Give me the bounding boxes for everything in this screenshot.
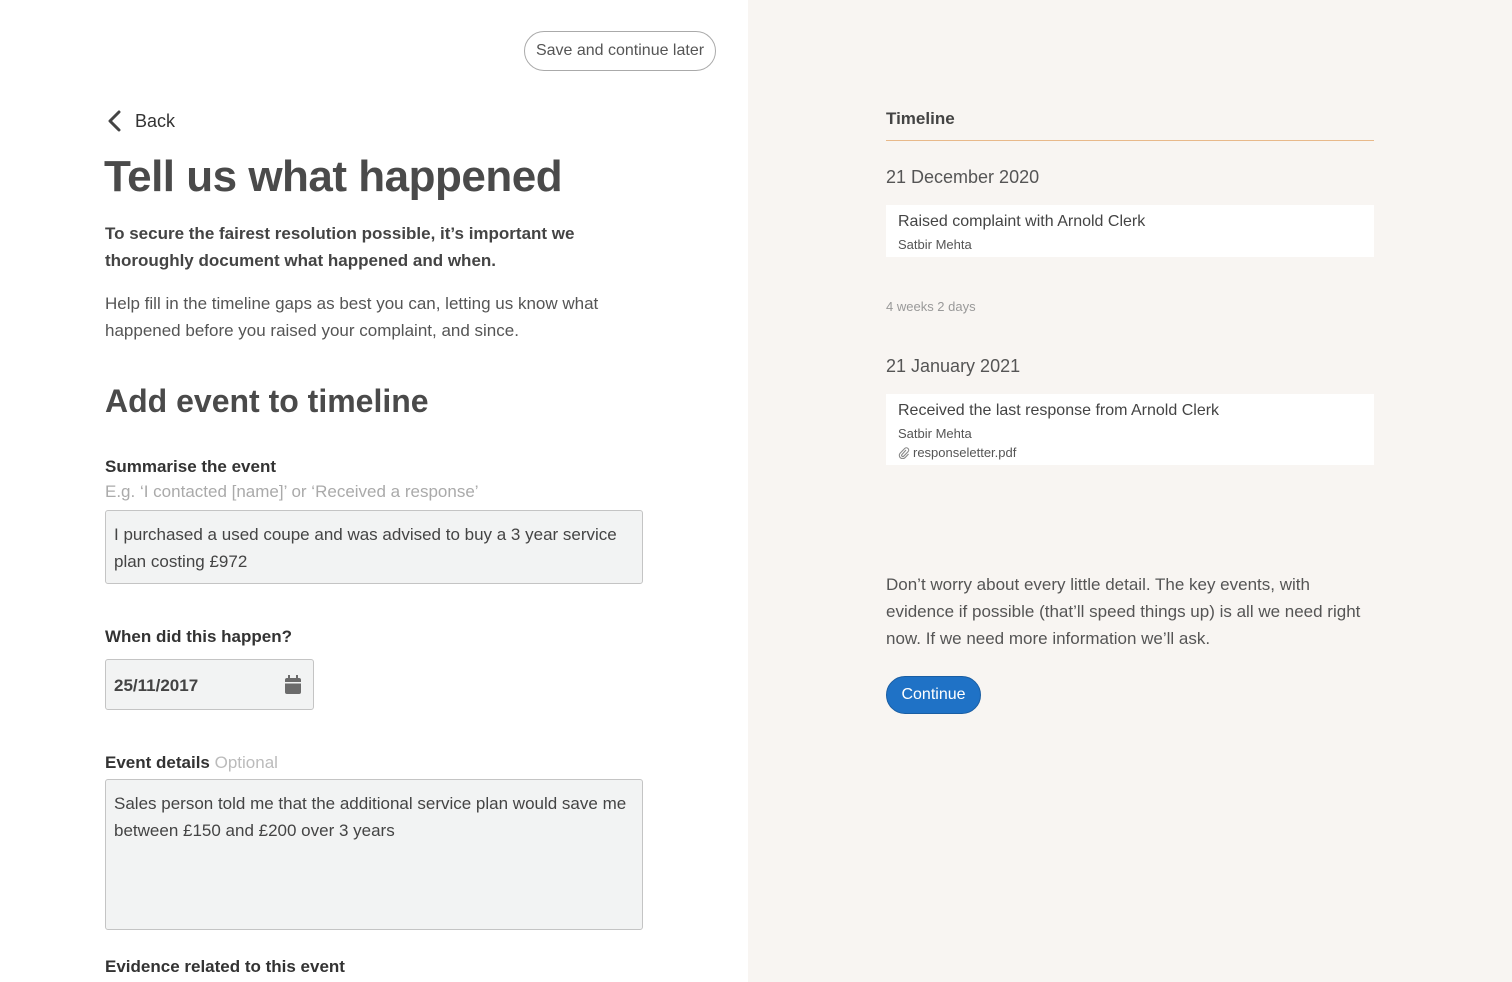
guidance-note: Don’t worry about every little detail. T… — [886, 575, 1361, 648]
timeline-event-card[interactable]: Received the last response from Arnold C… — [886, 394, 1374, 465]
optional-tag: Optional — [214, 753, 278, 772]
timeline-gap-label: 4 weeks 2 days — [886, 299, 976, 314]
summary-hint: E.g. ‘I contacted [name]’ or ‘Received a… — [105, 482, 479, 501]
date-input[interactable]: 25/11/2017 — [105, 659, 314, 710]
save-and-continue-later-button[interactable]: Save and continue later — [524, 31, 716, 71]
timeline-title: Timeline — [886, 109, 955, 128]
page-title: Tell us what happened — [104, 152, 563, 201]
details-label-text: Event details — [105, 753, 210, 772]
date-value: 25/11/2017 — [114, 676, 199, 695]
timeline-divider — [886, 140, 1374, 141]
timeline-date: 21 December 2020 — [886, 167, 1040, 187]
details-label: Event details Optional — [105, 753, 278, 773]
section-title: Add event to timeline — [105, 383, 429, 419]
attachment[interactable]: responseletter.pdf — [898, 445, 1362, 460]
timeline-panel — [748, 0, 1512, 982]
date-label: When did this happen? — [105, 627, 292, 646]
timeline-event-title: Raised complaint with Arnold Clerk — [898, 213, 1146, 230]
paperclip-icon — [898, 446, 910, 459]
intro-bold-text: To secure the fairest resolution possibl… — [105, 224, 575, 270]
timeline-event-title: Received the last response from Arnold C… — [898, 402, 1220, 419]
timeline-event-person: Satbir Mehta — [898, 426, 972, 441]
timeline-event-person: Satbir Mehta — [898, 237, 972, 252]
chevron-left-icon — [108, 110, 121, 132]
back-link[interactable]: Back — [105, 109, 175, 133]
calendar-icon[interactable] — [283, 674, 303, 696]
continue-button[interactable]: Continue — [886, 676, 981, 714]
attachment-filename: responseletter.pdf — [913, 445, 1017, 460]
summary-label: Summarise the event — [105, 457, 277, 476]
intro-text: Help fill in the timeline gaps as best y… — [105, 294, 599, 340]
details-textarea[interactable]: Sales person told me that the additional… — [105, 779, 643, 930]
form-panel: Save and continue later Back Tell us wha… — [0, 0, 748, 982]
summary-input[interactable]: I purchased a used coupe and was advised… — [105, 510, 643, 584]
evidence-label: Evidence related to this event — [105, 957, 345, 976]
timeline-event-card[interactable]: Raised complaint with Arnold Clerk Satbi… — [886, 205, 1374, 257]
timeline-date: 21 January 2021 — [886, 356, 1021, 376]
back-label: Back — [135, 110, 176, 131]
